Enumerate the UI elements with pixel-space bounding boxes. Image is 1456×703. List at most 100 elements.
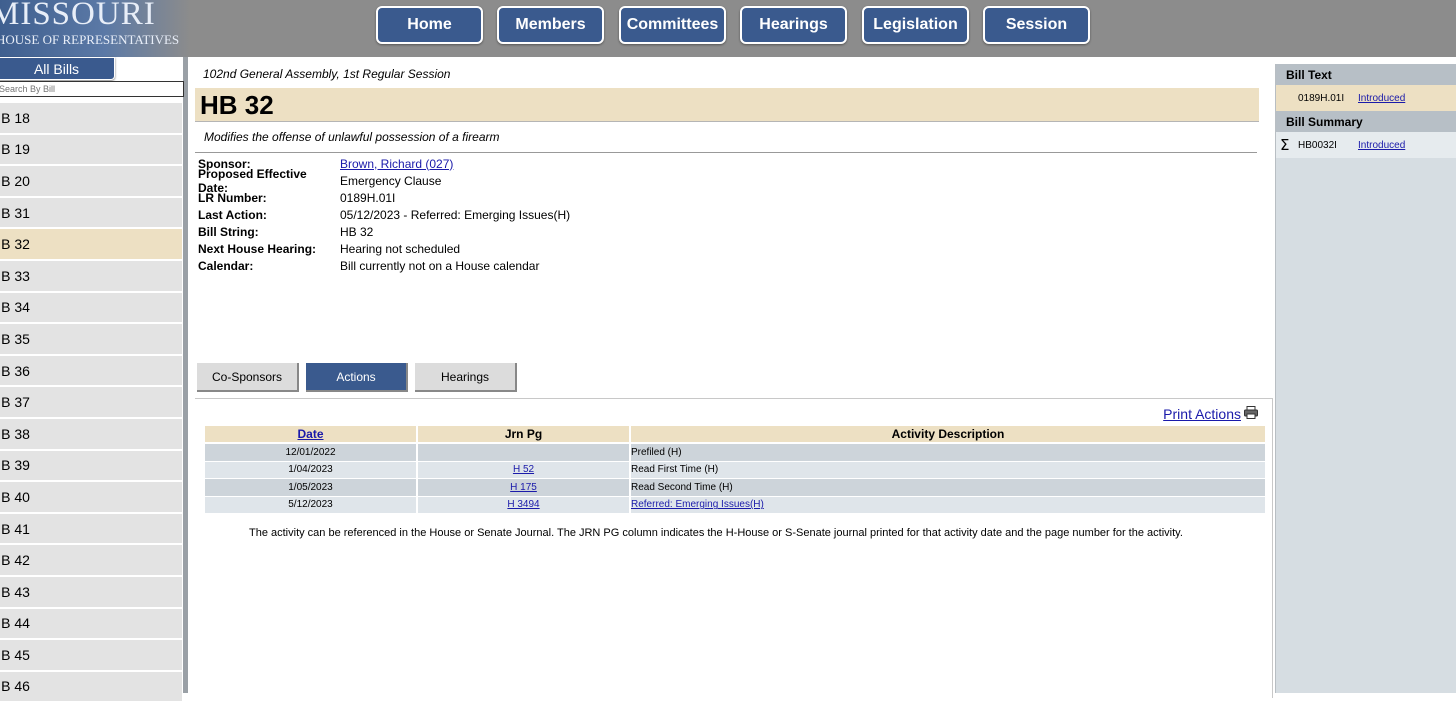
column-header-date[interactable]: Date xyxy=(205,426,416,444)
bill-text-introduced-link[interactable]: Introduced xyxy=(1358,93,1405,104)
detail-value: 05/12/2023 - Referred: Emerging Issues(H… xyxy=(340,207,571,222)
print-actions-label: Print Actions xyxy=(1163,406,1241,422)
sidebar-item-bill[interactable]: HB 34 xyxy=(0,292,182,323)
sidebar-item-bill[interactable]: HB 37 xyxy=(0,387,182,417)
sidebar-item-bill[interactable]: HB 38 xyxy=(0,418,182,449)
sidebar-item-bill[interactable]: HB 32 xyxy=(0,229,182,259)
sidebar-item-bill[interactable]: HB 33 xyxy=(0,260,182,291)
sidebar-item-label: HB 19 xyxy=(0,141,30,158)
detail-value: 0189H.01I xyxy=(340,190,396,205)
cell-jrn xyxy=(418,444,629,462)
journal-note: The activity can be referenced in the Ho… xyxy=(249,527,1183,539)
nav-session-button[interactable]: Session xyxy=(983,6,1090,44)
journal-page-link[interactable]: H 3494 xyxy=(507,499,539,510)
all-bills-button[interactable]: All Bills xyxy=(0,57,115,80)
detail-value: Bill currently not on a House calendar xyxy=(340,258,540,273)
sidebar-item-bill[interactable]: HB 35 xyxy=(0,324,182,354)
session-label: 102nd General Assembly, 1st Regular Sess… xyxy=(203,67,451,81)
divider xyxy=(195,152,1257,153)
sidebar-item-bill[interactable]: HB 31 xyxy=(0,197,182,228)
bill-description: Modifies the offense of unlawful possess… xyxy=(204,130,500,144)
tab-actions[interactable]: Actions xyxy=(306,363,408,392)
logo-line-1: MISSOURI xyxy=(0,0,156,32)
detail-row-calendar: Calendar: Bill currently not on a House … xyxy=(198,257,570,274)
detail-row-lr-number: LR Number: 0189H.01I xyxy=(198,189,570,206)
bill-summary-introduced-link[interactable]: Introduced xyxy=(1358,140,1405,151)
table-header-row: Date Jrn Pg Activity Description xyxy=(205,426,1265,444)
site-header: MISSOURI HOUSE OF REPRESENTATIVES Home M… xyxy=(0,0,1456,57)
bill-list: HB 18 HB 19 HB 20 HB 31 HB 32 HB 33 HB 34 HB 35… xyxy=(0,103,182,703)
sidebar-item-bill[interactable]: HB 19 xyxy=(0,134,182,165)
page-title: HB 32 xyxy=(200,90,274,120)
sidebar-item-label: HB 40 xyxy=(0,488,30,505)
activity-link[interactable]: Referred: Emerging Issues(H) xyxy=(631,499,764,510)
column-header-activity: Activity Description xyxy=(631,426,1265,444)
detail-row-bill-string: Bill String: HB 32 xyxy=(198,223,570,240)
actions-table: Date Jrn Pg Activity Description 12/01/2… xyxy=(203,426,1267,514)
sidebar-item-bill[interactable]: HB 41 xyxy=(0,513,182,544)
sponsor-link[interactable]: Brown, Richard (027) xyxy=(340,157,453,171)
journal-page-link[interactable]: H 175 xyxy=(510,482,537,493)
detail-label: Last Action: xyxy=(198,207,267,222)
bill-summary-header: Bill Summary xyxy=(1276,111,1456,132)
sidebar-item-label: HB 34 xyxy=(0,299,30,316)
sidebar-item-label: HB 39 xyxy=(0,457,30,474)
sidebar-item-label: HB 35 xyxy=(0,330,30,347)
sidebar-item-bill[interactable]: HB 42 xyxy=(0,545,182,575)
cell-date: 5/12/2023 xyxy=(205,496,416,514)
detail-label: Next House Hearing: xyxy=(198,241,317,256)
nav-committees-button[interactable]: Committees xyxy=(619,6,726,44)
journal-page-link[interactable]: H 52 xyxy=(513,464,534,475)
detail-row-next-hearing: Next House Hearing: Hearing not schedule… xyxy=(198,240,570,257)
nav-hearings-button[interactable]: Hearings xyxy=(740,6,847,44)
sidebar-item-bill[interactable]: HB 39 xyxy=(0,450,182,481)
detail-row-last-action: Last Action: 05/12/2023 - Referred: Emer… xyxy=(198,206,570,223)
nav-members-button[interactable]: Members xyxy=(497,6,604,44)
detail-value: Emergency Clause xyxy=(340,173,442,188)
column-header-jrn-pg: Jrn Pg xyxy=(418,426,629,444)
sidebar-item-bill[interactable]: HB 18 xyxy=(0,103,182,133)
bill-text-row: 0189H.01I Introduced xyxy=(1276,85,1456,111)
bill-summary-name: HB0032I xyxy=(1298,139,1337,151)
actions-panel: Print Actions Date Jrn Pg Activity Descr… xyxy=(195,398,1273,698)
sidebar-item-label: HB 42 xyxy=(0,552,30,569)
bill-text-name: 0189H.01I xyxy=(1298,92,1345,104)
detail-label: Calendar: xyxy=(198,258,254,273)
sidebar-item-bill[interactable]: HB 20 xyxy=(0,166,182,196)
site-logo[interactable]: MISSOURI HOUSE OF REPRESENTATIVES xyxy=(0,0,190,57)
cell-activity: Read Second Time (H) xyxy=(631,479,1265,497)
sidebar-item-bill[interactable]: HB 46 xyxy=(0,671,182,702)
sidebar-item-label: HB 43 xyxy=(0,583,30,600)
sidebar-item-label: HB 36 xyxy=(0,362,30,379)
search-bill-input[interactable] xyxy=(0,81,184,97)
sidebar-item-bill[interactable]: HB 45 xyxy=(0,640,182,670)
table-row: 1/04/2023 H 52 Read First Time (H) xyxy=(205,461,1265,479)
sidebar-item-label: HB 44 xyxy=(0,615,30,632)
nav-legislation-button[interactable]: Legislation xyxy=(862,6,969,44)
tab-co-sponsors[interactable]: Co-Sponsors xyxy=(197,363,299,392)
sigma-icon: Σ xyxy=(1280,136,1290,154)
detail-value: HB 32 xyxy=(340,224,374,239)
sidebar-item-label: HB 37 xyxy=(0,394,30,411)
bill-documents-panel: Bill Text 0189H.01I Introduced Bill Summ… xyxy=(1275,64,1456,693)
detail-label: Bill String: xyxy=(198,224,259,239)
sidebar-item-bill[interactable]: HB 43 xyxy=(0,576,182,607)
cell-activity: Prefiled (H) xyxy=(631,444,1265,462)
bill-main-content: 102nd General Assembly, 1st Regular Sess… xyxy=(193,57,1273,698)
sidebar-item-bill[interactable]: HB 40 xyxy=(0,482,182,512)
sidebar-item-label: HB 31 xyxy=(0,204,30,221)
sidebar-item-label: HB 32 xyxy=(0,236,30,253)
nav-home-button[interactable]: Home xyxy=(376,6,483,44)
sidebar-item-bill[interactable]: HB 44 xyxy=(0,608,182,639)
bill-text-header: Bill Text xyxy=(1276,64,1456,85)
cell-date: 12/01/2022 xyxy=(205,444,416,462)
bill-sidebar: All Bills HB 18 HB 19 HB 20 HB 31 HB 32 HB 33… xyxy=(0,57,188,702)
print-actions-link[interactable]: Print Actions xyxy=(1163,406,1258,422)
tab-hearings[interactable]: Hearings xyxy=(415,363,517,392)
cell-jrn: H 52 xyxy=(418,461,629,479)
cell-activity: Referred: Emerging Issues(H) xyxy=(631,496,1265,514)
sidebar-item-bill[interactable]: HB 36 xyxy=(0,355,182,386)
cell-jrn: H 175 xyxy=(418,479,629,497)
detail-label: LR Number: xyxy=(198,190,267,205)
sidebar-item-label: HB 33 xyxy=(0,267,30,284)
